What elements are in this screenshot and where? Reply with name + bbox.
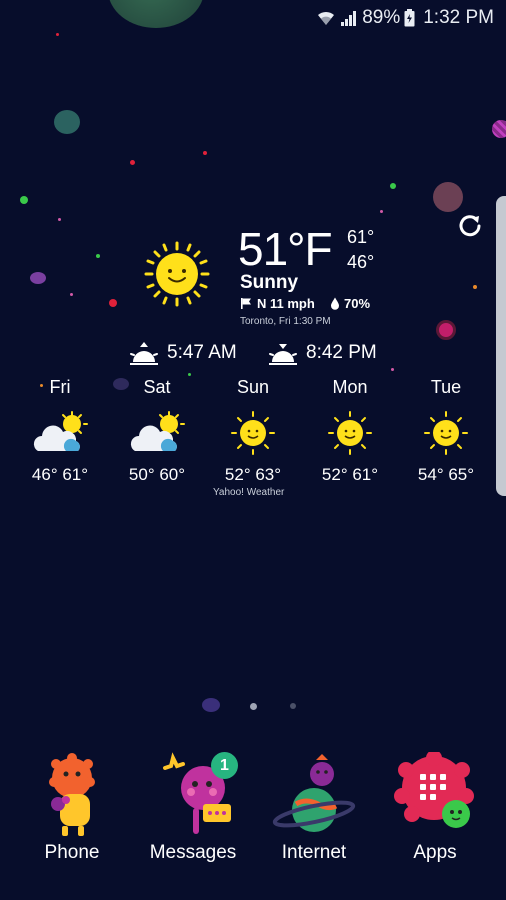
clock-time: 1:32 PM (423, 7, 494, 28)
sun-icon (231, 411, 275, 455)
forecast-day-label: Mon (332, 377, 368, 397)
striped-planet-decoration (492, 120, 506, 138)
star-dot (390, 183, 396, 189)
battery-icon (404, 9, 415, 27)
signal-icon (340, 9, 358, 27)
forecast-day-mon: Mon 52° 61° (310, 375, 390, 485)
star-dot (70, 293, 73, 296)
cloudy-sun-icon (130, 411, 185, 451)
humidity-value: 70% (344, 296, 371, 311)
weather-credit: Yahoo! Weather (213, 487, 285, 498)
sunrise-info: 5:47 AM (129, 340, 237, 366)
droplet-icon (331, 297, 339, 310)
forecast-temps: 46° 61° (31, 465, 89, 484)
star-dot (20, 196, 28, 204)
forecast-day-sat: Sat 50° 60° (117, 375, 197, 485)
humidity-info: 70% (330, 296, 370, 311)
wifi-icon (316, 9, 336, 27)
refresh-icon (459, 215, 481, 237)
star-dot (203, 151, 207, 155)
sunset-icon (269, 344, 297, 365)
sunrise-icon (130, 342, 158, 365)
page-dot[interactable] (290, 703, 296, 709)
forecast-day-label: Sun (236, 377, 270, 397)
forecast-day-label: Tue (430, 377, 462, 397)
sun-icon (143, 240, 211, 308)
cloudy-sun-icon (33, 411, 88, 451)
forecast-temps: 50° 60° (128, 465, 186, 484)
star-dot (380, 210, 383, 213)
refresh-button[interactable] (454, 210, 486, 242)
sun-icon (328, 411, 372, 455)
location-time: Toronto, Fri 1:30 PM (240, 316, 331, 327)
star-dot (473, 285, 477, 289)
battery-percent: 89% (362, 7, 401, 28)
star-dot (391, 368, 394, 371)
forecast-temps: 52° 61° (321, 465, 379, 484)
flag-icon (241, 298, 251, 309)
internet-planet-icon (272, 754, 356, 832)
magenta-planet-decoration (436, 320, 456, 340)
sunset-time: 8:42 PM (306, 342, 377, 363)
messages-badge: 1 (211, 752, 238, 779)
small-purple-planet-decoration (30, 272, 46, 284)
edge-panel-handle[interactable] (496, 196, 506, 496)
forecast-day-tue: Tue 54° 65° (406, 375, 486, 485)
teal-planet-decoration (54, 110, 80, 134)
phone-label[interactable]: Phone (12, 842, 132, 864)
low-temperature: 46° (347, 252, 375, 272)
star-dot (109, 299, 117, 307)
star-dot (58, 218, 61, 221)
internet-label[interactable]: Internet (254, 842, 374, 864)
forecast-temps: 54° 65° (417, 465, 475, 484)
forecast-day-sun: Sun 52° 63° (213, 375, 293, 485)
messages-label[interactable]: Messages (133, 842, 253, 864)
apps-monster-icon (394, 752, 474, 828)
apps-label[interactable]: Apps (375, 842, 495, 864)
wind-value: N 11 mph (257, 296, 315, 311)
tiny-planet-decoration (202, 698, 220, 712)
sun-icon (424, 411, 468, 455)
wind-info: N 11 mph (240, 296, 315, 311)
current-temperature: 51°F (238, 223, 333, 275)
page-dot-active[interactable] (250, 703, 257, 710)
status-bar: 89% 1:32 PM (0, 0, 506, 34)
forecast-temps: 52° 63° (224, 465, 282, 484)
weather-condition: Sunny (240, 272, 299, 293)
sunset-info: 8:42 PM (268, 340, 377, 366)
forecast-day-label: Fri (49, 377, 71, 397)
pink-planet-decoration (433, 182, 463, 212)
star-dot (96, 254, 100, 258)
phone-monster-icon (49, 753, 95, 836)
star-dot (130, 160, 135, 165)
high-temperature: 61° (347, 227, 375, 247)
forecast-day-fri: Fri 46° 61° (20, 375, 100, 485)
sunrise-time: 5:47 AM (167, 342, 237, 363)
status-icons: 89% 1:32 PM (316, 7, 494, 29)
forecast-day-label: Sat (143, 377, 171, 397)
